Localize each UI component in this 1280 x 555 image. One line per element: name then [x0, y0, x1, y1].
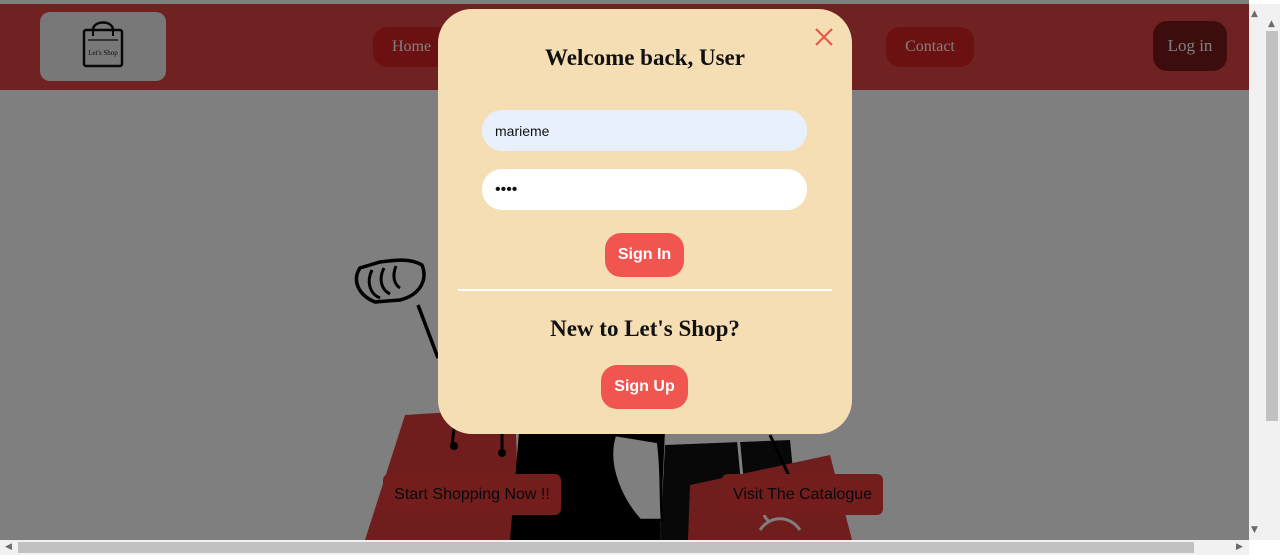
- scroll-left-arrow-icon[interactable]: ◀: [5, 543, 12, 552]
- login-modal: Welcome back, User marieme •••• Sign In …: [438, 9, 852, 434]
- scroll-up-arrow-icon[interactable]: ▲: [1268, 20, 1275, 29]
- sign-up-button[interactable]: Sign Up: [601, 365, 688, 409]
- scroll-down-arrow-icon[interactable]: ▼: [1251, 526, 1258, 535]
- new-user-heading: New to Let's Shop?: [550, 316, 740, 341]
- username-input[interactable]: marieme: [482, 110, 807, 151]
- scrollbar-corner: [1249, 540, 1280, 555]
- password-input[interactable]: ••••: [482, 169, 807, 210]
- scroll-right-arrow-icon[interactable]: ▶: [1236, 543, 1243, 552]
- horizontal-scroll-thumb[interactable]: [18, 542, 1194, 553]
- scroll-up-arrow-icon-outer[interactable]: ▲: [1251, 10, 1258, 19]
- vertical-scroll-thumb[interactable]: [1266, 31, 1278, 421]
- divider: [458, 289, 832, 291]
- close-icon[interactable]: [814, 27, 834, 47]
- sign-in-button[interactable]: Sign In: [605, 233, 684, 277]
- modal-title: Welcome back, User: [545, 45, 745, 70]
